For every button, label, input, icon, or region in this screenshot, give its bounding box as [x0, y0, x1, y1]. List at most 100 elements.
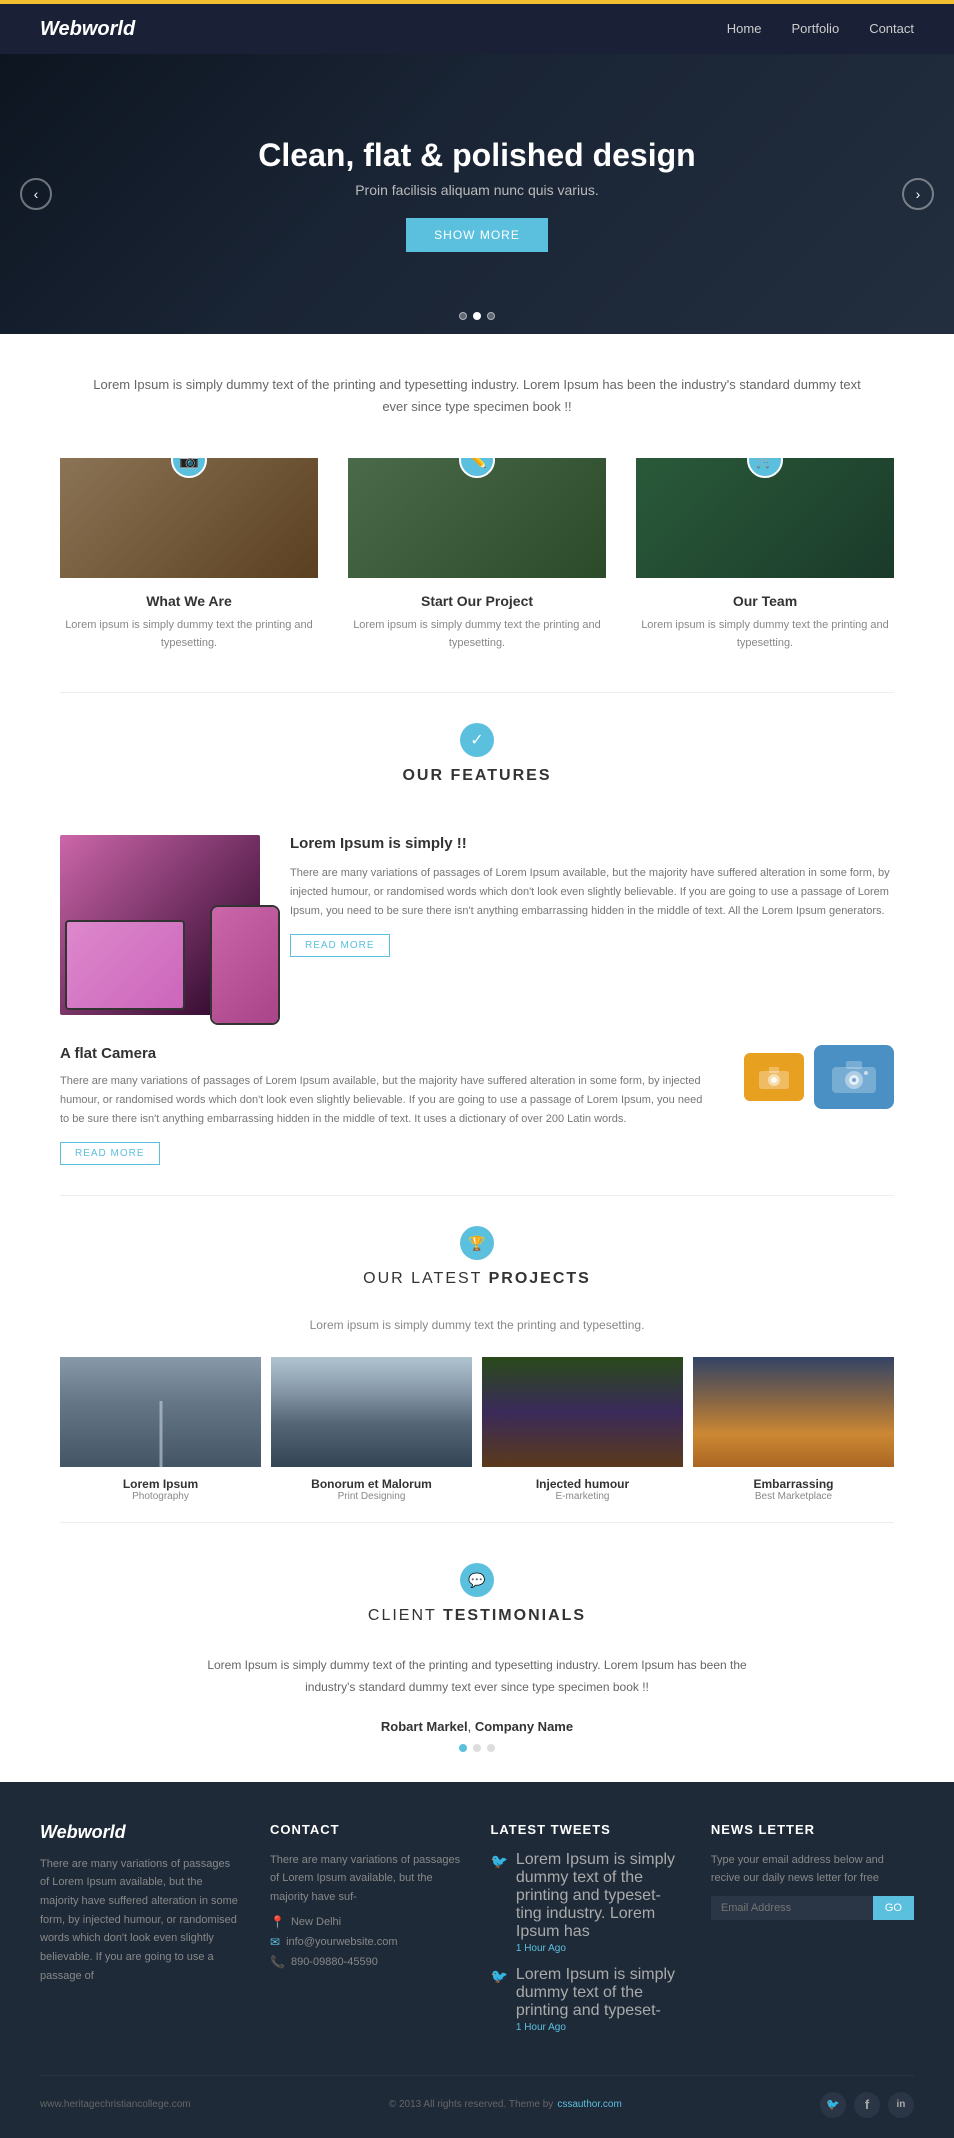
- footer-bottom: www.heritagechristiancollege.com © 2013 …: [40, 2075, 914, 2118]
- footer-tweets-title: LATEST TWEETS: [490, 1822, 680, 1837]
- project-item-4: Embarrassing Best Marketplace: [693, 1357, 894, 1502]
- card-2-title: Start Our Project: [348, 593, 606, 609]
- tweet-2: 🐦 Lorem Ipsum is simply dummy text of th…: [490, 1966, 680, 2033]
- footer-grid: Webworld There are many variations of pa…: [40, 1822, 914, 2045]
- landscape-sunset: [693, 1357, 894, 1467]
- newsletter-form: GO: [711, 1896, 914, 1920]
- projects-grid: Lorem Ipsum Photography Bonorum et Malor…: [60, 1357, 894, 1502]
- card-img-3: 🛒: [636, 458, 894, 578]
- card-3-title: Our Team: [636, 593, 894, 609]
- footer-newsletter-title: NEWS LETTER: [711, 1822, 914, 1837]
- gold-camera-icon: [744, 1053, 804, 1101]
- navbar: Webworld Home Portfolio Contact: [0, 4, 954, 54]
- footer-bottom-url: www.heritagechristiancollege.com: [40, 2099, 191, 2110]
- project-1-title: Lorem Ipsum: [60, 1477, 261, 1491]
- footer-brand: Webworld: [40, 1822, 240, 1843]
- card-img-2: ✏️: [348, 458, 606, 578]
- footer-contact-body: There are many variations of passages of…: [270, 1851, 460, 1907]
- phone-icon: 📞: [270, 1955, 285, 1969]
- tweet-1-content: Lorem Ipsum is simply dummy text of the …: [516, 1851, 681, 1954]
- features-title: OUR FEATURES: [60, 767, 894, 785]
- our-features-section: ✓ OUR FEATURES: [0, 693, 954, 835]
- project-3-cat: E-marketing: [482, 1491, 683, 1502]
- footer-bottom-right: © 2013 All rights reserved. Theme by css…: [389, 2099, 622, 2110]
- testimonial-dot-2[interactable]: [473, 1744, 481, 1752]
- card-start-project: ✏️ Start Our Project Lorem ipsum is simp…: [348, 458, 606, 652]
- tweet-2-time: 1 Hour Ago: [516, 2022, 681, 2033]
- landscape-dock: [60, 1357, 261, 1467]
- tweet-1-text: Lorem Ipsum is simply dummy text of the …: [516, 1851, 675, 1940]
- project-item-1: Lorem Ipsum Photography: [60, 1357, 261, 1502]
- card-1-desc: Lorem ipsum is simply dummy text the pri…: [60, 617, 318, 652]
- project-4-title: Embarrassing: [693, 1477, 894, 1491]
- hero-dots: [459, 312, 495, 320]
- theme-author-link[interactable]: cssauthor.com: [557, 2099, 621, 2110]
- location-icon: 📍: [270, 1915, 285, 1929]
- tablet-screen: [67, 922, 183, 1008]
- blue-camera-icon: [814, 1045, 894, 1109]
- flat-camera-text: A flat Camera There are many variations …: [60, 1045, 704, 1165]
- landscape-grapes: [482, 1357, 683, 1467]
- card-our-team: 🛒 Our Team Lorem ipsum is simply dummy t…: [636, 458, 894, 652]
- features-heading: Lorem Ipsum is simply !!: [290, 835, 894, 852]
- hero-next-button[interactable]: ›: [902, 178, 934, 210]
- footer-social: 🐦 f in: [820, 2092, 914, 2118]
- testimonial-author: Robart Markel, Company Name: [60, 1719, 894, 1734]
- intro-text: Lorem Ipsum is simply dummy text of the …: [80, 374, 874, 418]
- project-4-cat: Best Marketplace: [693, 1491, 894, 1502]
- phone-screen: [212, 907, 278, 1023]
- project-img-3: [482, 1357, 683, 1467]
- footer-about-text: There are many variations of passages of…: [40, 1855, 240, 1986]
- testimonial-dot-1[interactable]: [459, 1744, 467, 1752]
- testimonial-dots: [60, 1744, 894, 1752]
- twitter-social-icon[interactable]: 🐦: [820, 2092, 846, 2118]
- footer-about-col: Webworld There are many variations of pa…: [40, 1822, 240, 2045]
- card-1-title: What We Are: [60, 593, 318, 609]
- hero-title: Clean, flat & polished design: [258, 137, 695, 174]
- footer-newsletter-text: Type your email address below and recive…: [711, 1851, 914, 1888]
- newsletter-go-button[interactable]: GO: [873, 1896, 914, 1920]
- projects-subtitle: Lorem ipsum is simply dummy text the pri…: [60, 1318, 894, 1332]
- linkedin-social-icon[interactable]: in: [888, 2092, 914, 2118]
- hero-prev-button[interactable]: ‹: [20, 178, 52, 210]
- project-2-title: Bonorum et Malorum: [271, 1477, 472, 1491]
- landscape-mountain: [271, 1357, 472, 1467]
- testimonial-dot-3[interactable]: [487, 1744, 495, 1752]
- footer-contact-col: CONTACT There are many variations of pas…: [270, 1822, 460, 2045]
- facebook-social-icon[interactable]: f: [854, 2092, 880, 2118]
- email-icon: ✉: [270, 1935, 280, 1949]
- nav-home[interactable]: Home: [727, 21, 762, 36]
- features-content: Lorem Ipsum is simply !! There are many …: [0, 835, 954, 1015]
- card-what-we-are: 📷 What We Are Lorem ipsum is simply dumm…: [60, 458, 318, 652]
- nav-portfolio[interactable]: Portfolio: [791, 21, 839, 36]
- hero-dot-3[interactable]: [487, 312, 495, 320]
- cards-section: 📷 What We Are Lorem ipsum is simply dumm…: [0, 448, 954, 692]
- nav-contact[interactable]: Contact: [869, 21, 914, 36]
- tweet-2-content: Lorem Ipsum is simply dummy text of the …: [516, 1966, 681, 2033]
- camera-icons: [744, 1045, 894, 1109]
- features-read-more-button[interactable]: READ MORE: [290, 934, 390, 957]
- brand-logo: Webworld: [40, 18, 135, 41]
- flat-camera-title: A flat Camera: [60, 1045, 704, 1062]
- card-img-1: 📷: [60, 458, 318, 578]
- speech-icon: 💬: [460, 1563, 494, 1597]
- footer-newsletter-col: NEWS LETTER Type your email address belo…: [711, 1822, 914, 2045]
- latest-projects-section: 🏆 OUR LATEST PROJECTS Lorem ipsum is sim…: [0, 1196, 954, 1522]
- project-2-cat: Print Designing: [271, 1491, 472, 1502]
- footer-phone: 📞 890-09880-45590: [270, 1955, 460, 1969]
- twitter-icon-1: 🐦: [490, 1853, 507, 1954]
- footer-contact-title: CONTACT: [270, 1822, 460, 1837]
- email-address-input[interactable]: [711, 1896, 873, 1920]
- hero-dot-1[interactable]: [459, 312, 467, 320]
- flat-camera-read-more-button[interactable]: READ MORE: [60, 1142, 160, 1165]
- trophy-icon: 🏆: [460, 1226, 494, 1260]
- flat-camera-section: A flat Camera There are many variations …: [0, 1015, 954, 1195]
- testimonials-section: 💬 CLIENT TESTIMONIALS Lorem Ipsum is sim…: [0, 1523, 954, 1781]
- hero-dot-2[interactable]: [473, 312, 481, 320]
- footer-city: 📍 New Delhi: [270, 1915, 460, 1929]
- hero-show-more-button[interactable]: SHOW MORE: [406, 218, 548, 252]
- features-image: [60, 835, 260, 1015]
- twitter-icon-2: 🐦: [490, 1968, 507, 2033]
- intro-section: Lorem Ipsum is simply dummy text of the …: [0, 334, 954, 448]
- phone-mockup: [210, 905, 280, 1025]
